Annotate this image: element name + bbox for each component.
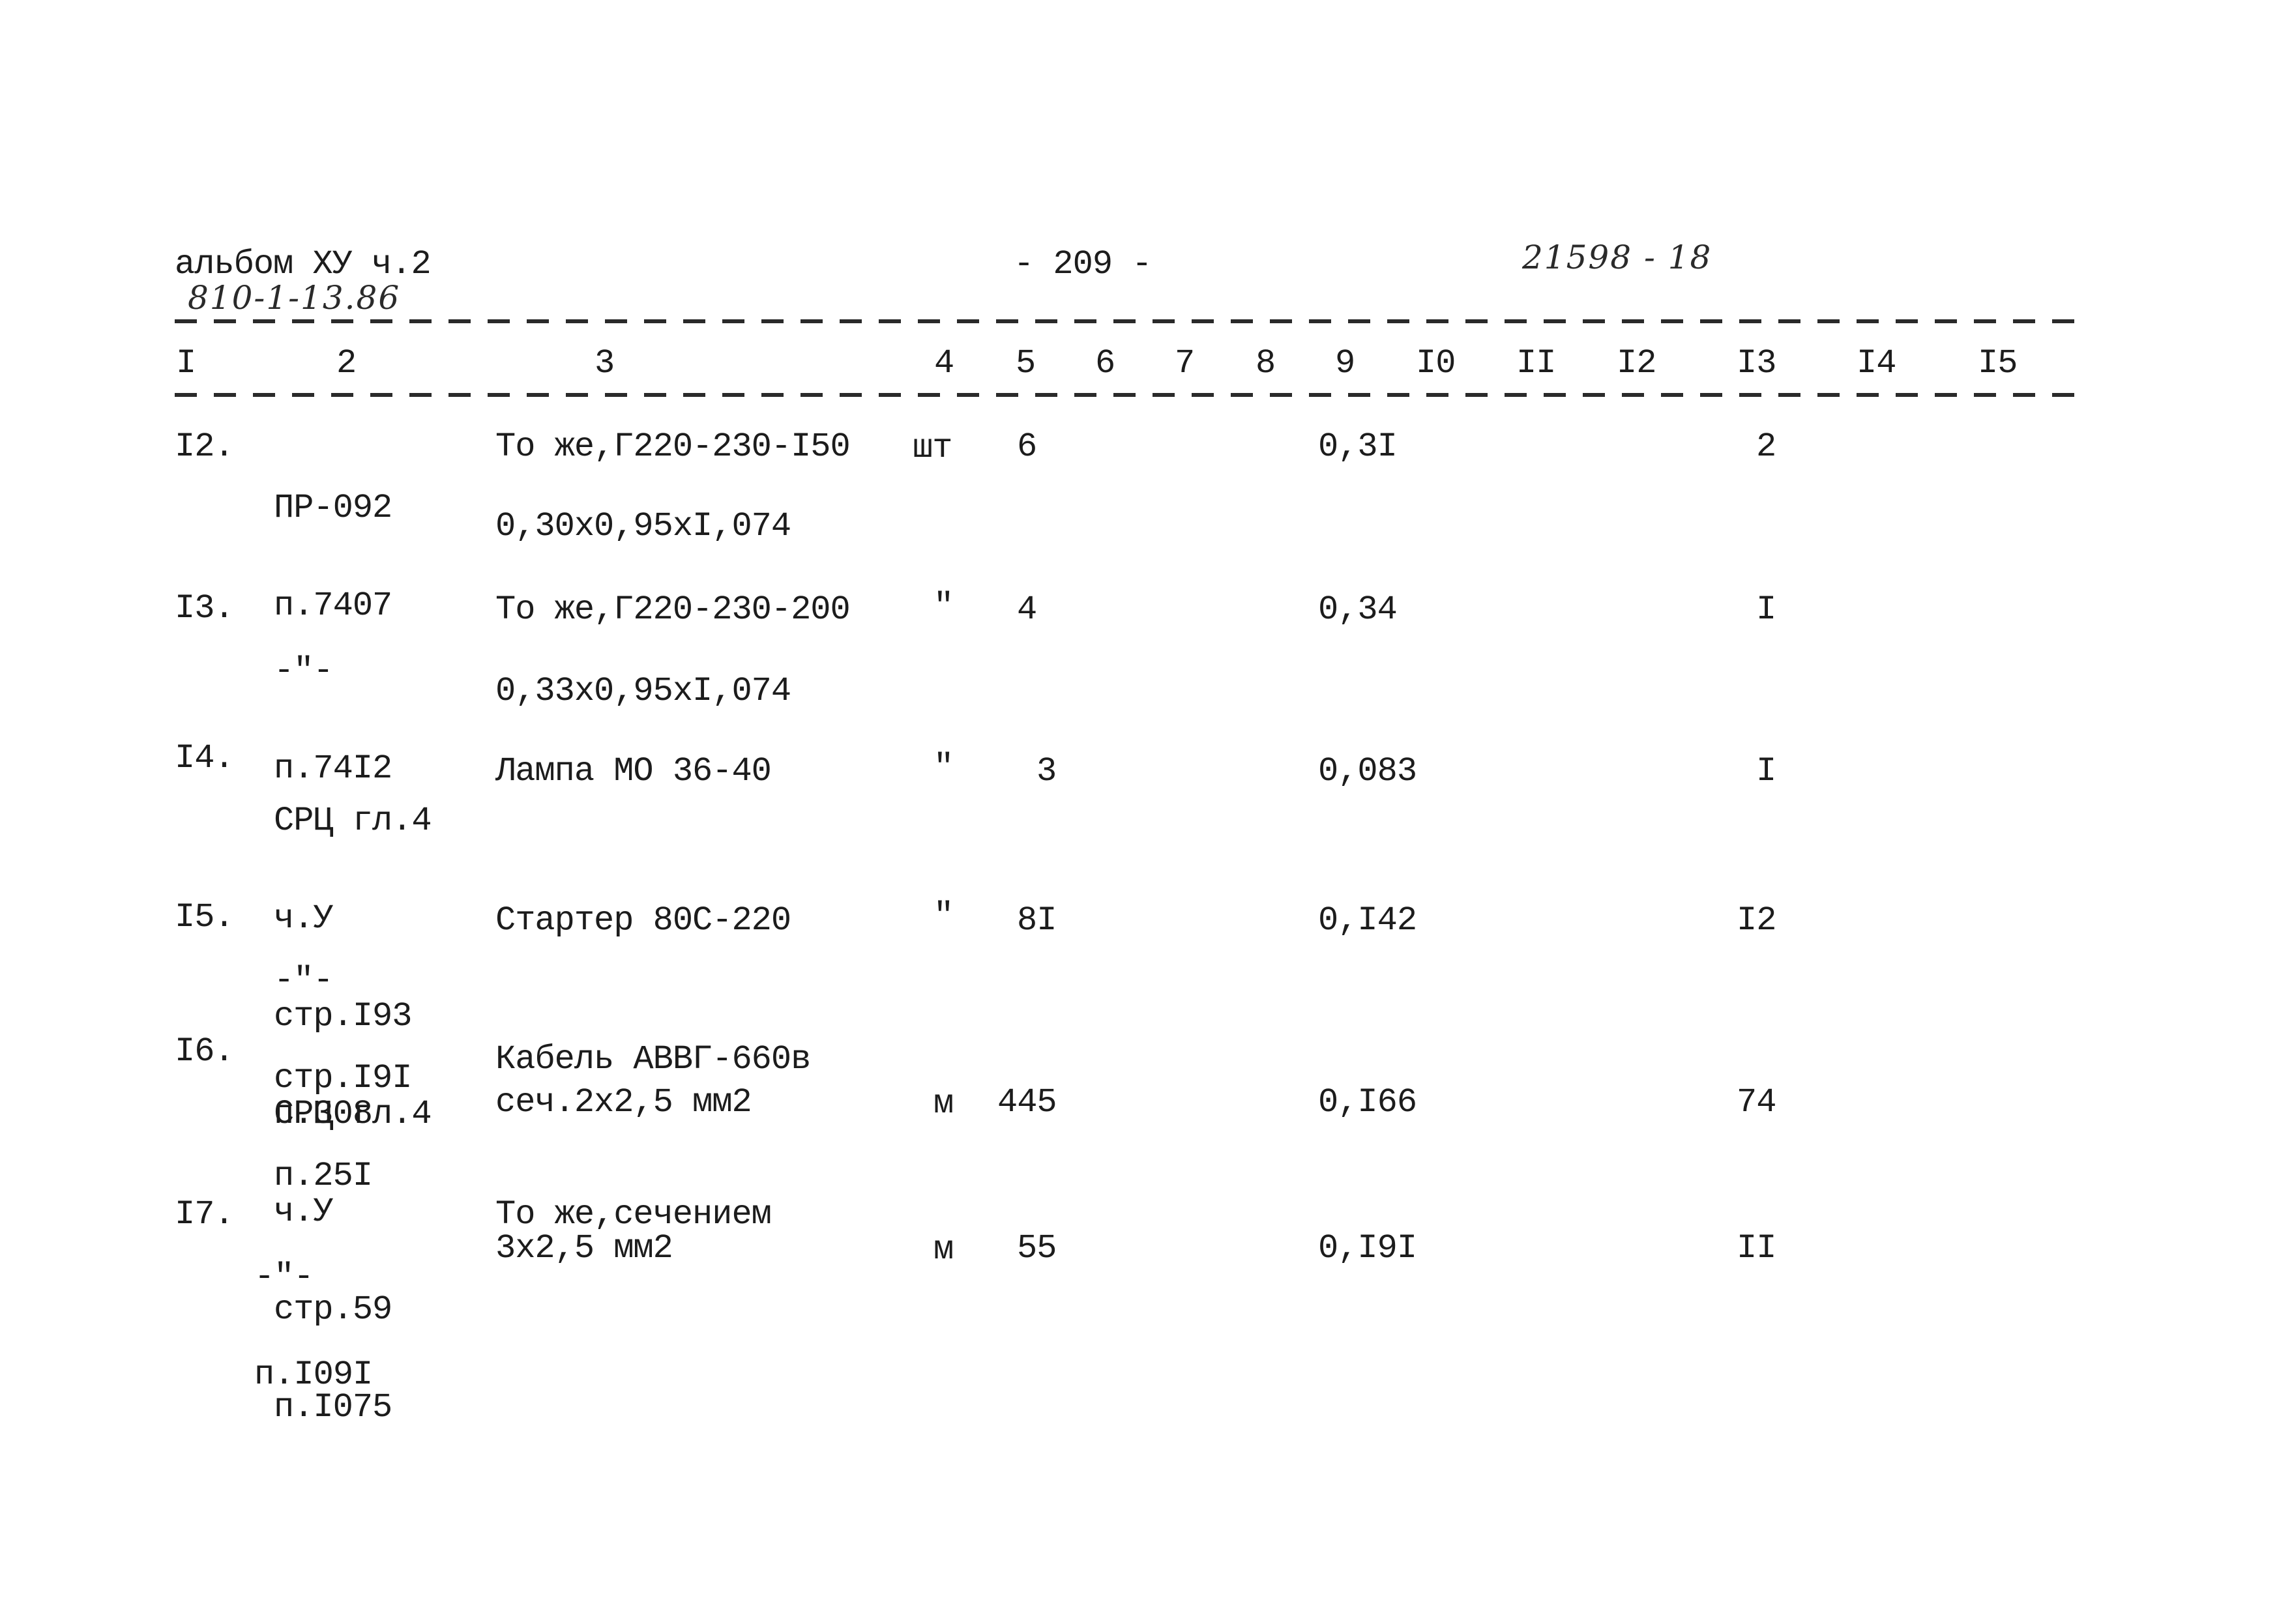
description-line-2: сеч.2х2,5 мм2 <box>495 1083 752 1122</box>
unit: " <box>933 897 954 935</box>
reference-line: ПР-092 <box>274 489 392 527</box>
reference-line: СРЦ гл.4 <box>274 802 432 840</box>
document-number: 21598 - 18 <box>1522 239 1712 276</box>
unit: м <box>933 1084 954 1123</box>
col9-value: 0,34 <box>1318 590 1398 629</box>
column-header: I2 <box>1617 344 1656 383</box>
description-extra: 0,33х0,95хI,074 <box>495 672 791 710</box>
column-header: I0 <box>1416 344 1456 383</box>
description-line-2: 3х2,5 мм2 <box>495 1229 673 1268</box>
column-header: 2 <box>336 344 357 383</box>
description: То же,сечением <box>495 1195 772 1234</box>
column-header: 6 <box>1095 344 1115 383</box>
unit: м <box>933 1230 954 1269</box>
col9-value: 0,3I <box>1318 428 1398 466</box>
header-bottom-rule <box>175 393 2085 397</box>
unit: " <box>933 587 954 626</box>
column-header: II <box>1516 344 1556 383</box>
column-header: 5 <box>1016 344 1036 383</box>
reference: -"- п.I09I <box>254 1196 373 1457</box>
column-header: 7 <box>1175 344 1195 383</box>
column-header: I5 <box>1978 344 2018 383</box>
description-extra: 0,30х0,95хI,074 <box>495 507 791 545</box>
description: Стартер 80С-220 <box>495 901 791 940</box>
col9-value: 0,I66 <box>1318 1083 1417 1122</box>
column-header: I3 <box>1737 344 1776 383</box>
column-header: 8 <box>1256 344 1276 383</box>
quantity: 3 <box>1036 752 1057 790</box>
description: То же,Г220-230-I50 <box>495 428 851 466</box>
column-header: I <box>176 344 196 383</box>
album-code: 810-1-13.86 <box>188 279 401 317</box>
col13-value: 74 <box>1737 1083 1776 1122</box>
column-header: 4 <box>934 344 954 383</box>
quantity: 6 <box>1017 428 1037 466</box>
quantity: 8I <box>1017 901 1057 940</box>
reference-line: -"- <box>274 652 334 690</box>
unit: " <box>933 748 954 787</box>
quantity: 4 <box>1017 590 1037 629</box>
page-number: - 209 - <box>1014 245 1152 283</box>
col13-value: I <box>1756 590 1776 629</box>
quantity: 55 <box>1017 1229 1057 1268</box>
col13-value: 2 <box>1756 428 1776 466</box>
description: Лампа МО 36-40 <box>495 752 772 790</box>
reference-line: -"- <box>254 1258 314 1296</box>
col13-value: I <box>1756 752 1776 790</box>
row-number: I3. <box>175 589 235 628</box>
col13-value: I2 <box>1737 901 1776 940</box>
description: Кабель АВВГ-660в <box>495 1040 811 1079</box>
col9-value: 0,083 <box>1318 752 1417 790</box>
description: То же,Г220-230-200 <box>495 590 851 629</box>
row-number: I4. <box>175 739 235 777</box>
row-number: I7. <box>175 1195 235 1234</box>
unit: шт <box>913 429 952 467</box>
reference-line: п.I09I <box>254 1356 373 1394</box>
reference-line: -"- <box>274 961 334 1000</box>
row-number: I2. <box>175 428 235 466</box>
column-header: 3 <box>595 344 615 383</box>
col9-value: 0,I42 <box>1318 901 1417 940</box>
album-title: альбом ХУ ч.2 <box>175 245 432 283</box>
column-header: I4 <box>1857 344 1896 383</box>
col9-value: 0,I9I <box>1318 1229 1417 1268</box>
col13-value: II <box>1737 1229 1776 1268</box>
column-header: 9 <box>1335 344 1355 383</box>
row-number: I6. <box>175 1032 235 1071</box>
row-number: I5. <box>175 898 235 936</box>
quantity: 445 <box>997 1083 1057 1122</box>
reference-line: СРЦ гл.4 <box>274 1095 432 1133</box>
header-top-rule <box>175 319 2085 323</box>
